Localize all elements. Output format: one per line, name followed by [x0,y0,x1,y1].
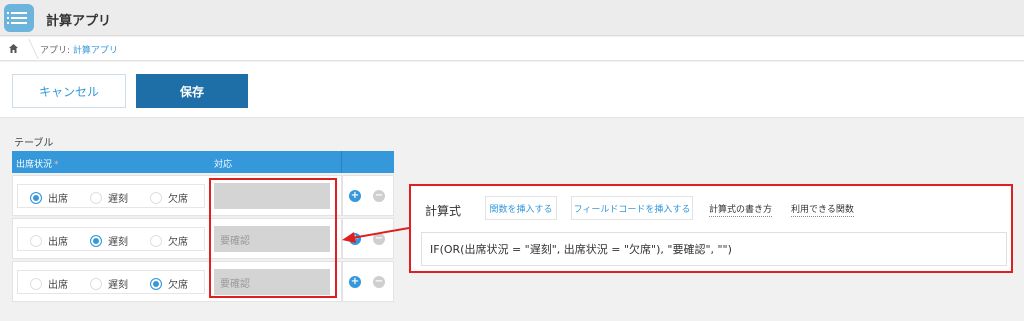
header-status-label: 出席状況 [16,160,53,170]
radio-label: 遅刻 [108,237,128,248]
radio-absent[interactable]: 欠席 [150,276,188,291]
breadcrumb-prefix: アプリ: [40,46,73,56]
table-label: テーブル [14,138,54,149]
app-title: 計算アプリ [46,14,112,29]
add-row-button[interactable]: + [349,190,361,202]
add-row-button[interactable]: + [349,276,361,288]
row-controls: + − [342,218,394,259]
radio-label: 欠席 [168,280,188,291]
radio-label: 遅刻 [108,280,128,291]
radio-present[interactable]: 出席 [30,190,68,205]
breadcrumb: アプリ: 計算アプリ [0,37,1024,61]
radio-present[interactable]: 出席 [30,233,68,248]
radio-dot[interactable] [150,277,162,290]
radio-label: 遅刻 [108,194,128,205]
header-action: 対応 [214,160,233,170]
radio-present[interactable]: 出席 [30,276,68,291]
table-header: 出席状況 * 対応 [12,151,394,173]
remove-row-button[interactable]: − [373,190,385,202]
radio-label: 出席 [48,237,68,248]
home-icon[interactable] [8,43,19,54]
cancel-button[interactable]: キャンセル [12,74,126,108]
radio-dot[interactable] [90,234,102,247]
highlight-box-formula [409,184,1013,273]
radio-late[interactable]: 遅刻 [90,190,128,205]
app-list-icon[interactable] [4,4,34,32]
form-toolbar: キャンセル 保存 [0,62,1024,118]
radio-label: 出席 [48,280,68,291]
radio-late[interactable]: 遅刻 [90,276,128,291]
remove-row-button[interactable]: − [373,276,385,288]
radio-dot[interactable] [90,277,102,290]
save-button[interactable]: 保存 [136,74,248,108]
radio-dot[interactable] [90,191,102,204]
status-radio-group: 出席 遅刻 欠席 [17,227,205,251]
radio-dot[interactable] [150,234,162,247]
radio-dot[interactable] [30,191,42,204]
status-radio-group: 出席 遅刻 欠席 [17,270,205,294]
radio-absent[interactable]: 欠席 [150,233,188,248]
radio-dot[interactable] [150,191,162,204]
header-divider [341,151,342,173]
radio-absent[interactable]: 欠席 [150,190,188,205]
breadcrumb-app-link[interactable]: 計算アプリ [73,46,118,56]
radio-late[interactable]: 遅刻 [90,233,128,248]
app-header: 計算アプリ [0,0,1024,36]
row-controls: + − [342,175,394,216]
breadcrumb-app[interactable]: アプリ: 計算アプリ [40,43,118,56]
radio-dot[interactable] [30,277,42,290]
highlight-box-fields [209,178,337,298]
radio-label: 欠席 [168,194,188,205]
breadcrumb-separator [19,39,39,59]
radio-label: 出席 [48,194,68,205]
row-controls: + − [342,261,394,302]
radio-label: 欠席 [168,237,188,248]
header-status: 出席状況 * [16,157,59,170]
radio-dot[interactable] [30,234,42,247]
status-radio-group: 出席 遅刻 欠席 [17,184,205,208]
required-mark: * [54,160,59,170]
remove-row-button[interactable]: − [373,233,385,245]
add-row-button[interactable]: + [349,233,361,245]
